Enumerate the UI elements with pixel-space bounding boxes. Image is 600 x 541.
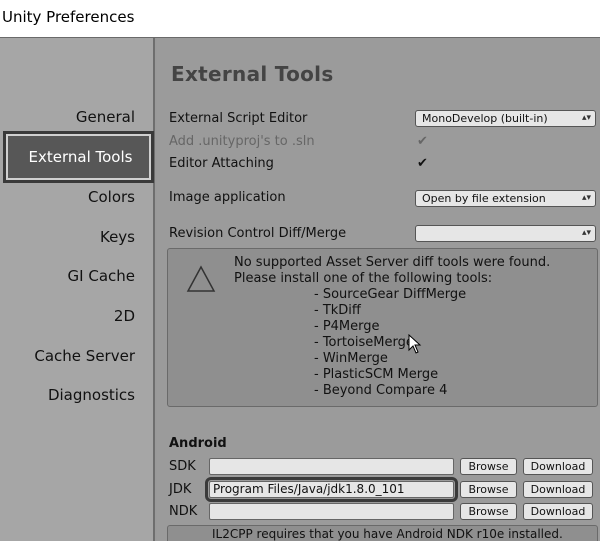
external-script-editor-dropdown[interactable]: MonoDevelop (built-in) ▴▾ [415,110,596,127]
sdk-browse-button[interactable]: Browse [460,458,517,475]
sdk-path-field[interactable] [209,458,454,475]
sidebar-item-keys[interactable]: Keys [100,228,135,246]
sdk-label: SDK [169,459,196,474]
il2cpp-notice: IL2CPP requires that you have Android ND… [167,525,598,541]
image-application-dropdown[interactable]: Open by file extension ▴▾ [415,190,596,207]
jdk-download-button[interactable]: Download [523,481,593,498]
external-tools-panel: External Tools External Script Editor Mo… [157,38,600,541]
external-script-editor-label: External Script Editor [169,111,308,126]
jdk-label: JDK [169,482,192,497]
image-application-value: Open by file extension [422,192,546,205]
sdk-download-button[interactable]: Download [523,458,593,475]
diff-tools-notice: No supported Asset Server diff tools wer… [167,248,598,407]
ndk-path-field[interactable] [209,503,454,520]
tool-list-item: - Beyond Compare 4 [314,383,448,398]
tool-list-item: - TortoiseMerge [314,335,414,350]
revision-control-dropdown[interactable]: ▴▾ [415,225,596,242]
tool-list-item: - P4Merge [314,319,380,334]
editor-attaching-checkbox[interactable]: ✔ [417,157,430,170]
warning-icon [186,265,216,292]
revision-control-label: Revision Control Diff/Merge [169,226,347,241]
tool-list-item: - TkDiff [314,303,361,318]
add-unityproj-checkbox: ✔ [417,134,428,149]
notice-line-1: No supported Asset Server diff tools wer… [234,255,551,270]
unity-preferences-window: Unity Preferences General External Tools… [0,0,600,541]
sidebar-item-diagnostics[interactable]: Diagnostics [48,386,135,404]
sidebar-item-external-tools[interactable]: External Tools [3,131,154,183]
window-title: Unity Preferences [2,8,135,26]
ndk-browse-button[interactable]: Browse [460,503,517,520]
image-application-label: Image application [169,190,286,205]
ndk-download-button[interactable]: Download [523,503,593,520]
sidebar-item-cache-server[interactable]: Cache Server [34,347,135,365]
dropdown-arrows-icon: ▴▾ [581,228,591,238]
add-unityproj-label: Add .unityproj's to .sln [169,134,315,149]
dropdown-arrows-icon: ▴▾ [581,193,591,203]
tool-list-item: - SourceGear DiffMerge [314,287,467,302]
notice-message: No supported Asset Server diff tools wer… [234,255,550,287]
tool-list-item: - WinMerge [314,351,388,366]
title-bar[interactable]: Unity Preferences [0,0,600,38]
dropdown-arrows-icon: ▴▾ [581,113,591,123]
preferences-sidebar: General External Tools Colors Keys GI Ca… [0,38,155,541]
tool-list-item: - PlasticSCM Merge [314,367,439,382]
external-script-editor-value: MonoDevelop (built-in) [422,112,548,125]
page-title: External Tools [171,62,334,86]
mouse-pointer-icon [408,334,422,354]
android-section-title: Android [169,436,227,451]
sidebar-item-general[interactable]: General [76,108,135,126]
sidebar-item-gi-cache[interactable]: GI Cache [68,267,135,285]
sidebar-item-2d[interactable]: 2D [114,307,135,325]
jdk-path-field[interactable]: Program Files/Java/jdk1.8.0_101 [205,477,458,502]
notice-line-2: Please install one of the following tool… [234,271,493,286]
ndk-label: NDK [169,504,198,519]
sidebar-item-colors[interactable]: Colors [88,188,135,206]
editor-attaching-label: Editor Attaching [169,156,274,171]
jdk-browse-button[interactable]: Browse [460,481,517,498]
